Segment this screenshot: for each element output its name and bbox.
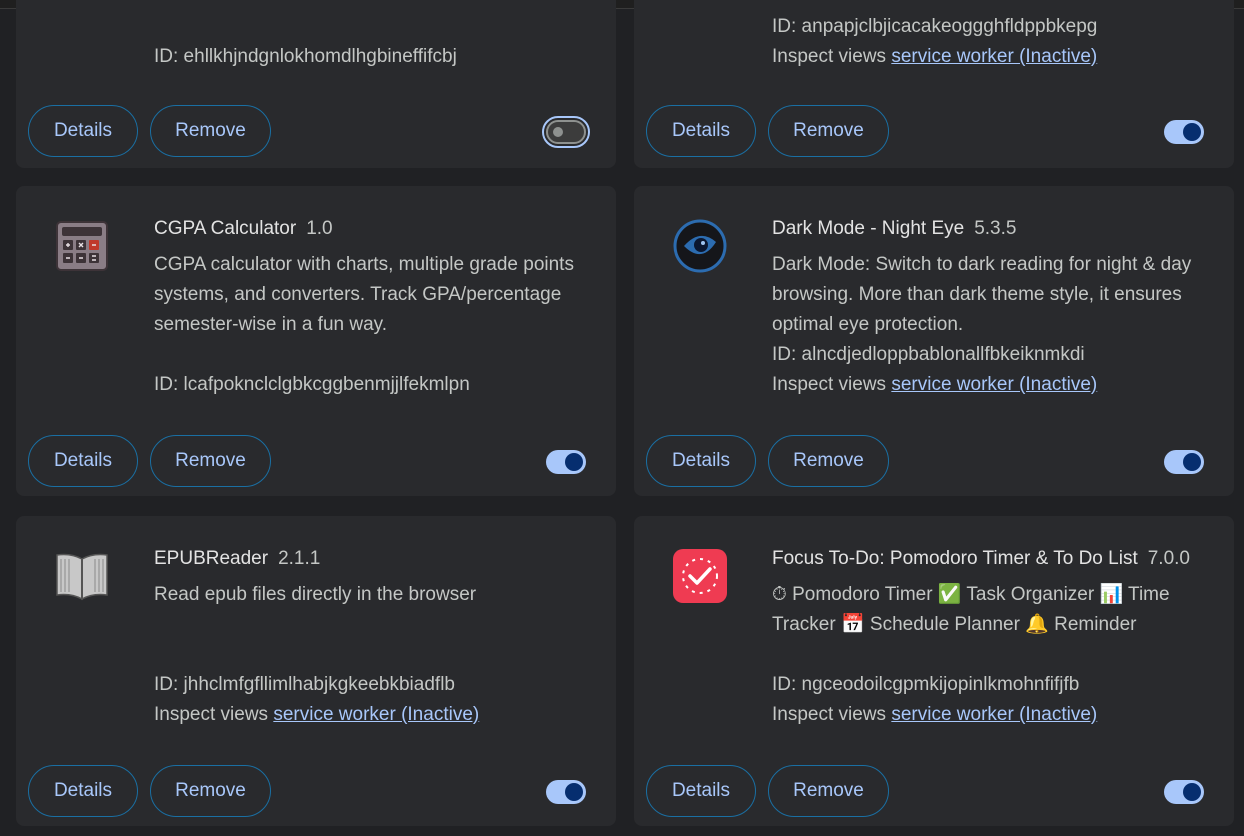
enable-toggle[interactable] [1164, 120, 1204, 144]
details-button[interactable]: Details [646, 765, 756, 817]
extension-name: CGPA Calculator [154, 218, 297, 239]
extension-id: ID: lcafpokncl​clgbkcggbenmjjlfekmlpn [154, 374, 470, 395]
extension-version: 5.3.5 [974, 218, 1017, 239]
service-worker-link[interactable]: service worker (Inactive) [273, 704, 479, 725]
book-icon [52, 546, 112, 606]
extension-id: ID: ngceodoilcgpmkijopinlkmohnfifjfb [772, 674, 1080, 695]
enable-toggle[interactable] [542, 116, 590, 148]
remove-button[interactable]: Remove [768, 765, 889, 817]
extension-description: Read epub files directly in the browser [154, 584, 477, 605]
details-button[interactable]: Details [28, 765, 138, 817]
extension-name: Focus To-Do: Pomodoro Timer & To Do List [772, 548, 1138, 569]
extension-id: ID: jhhclmfgfllimlhabjkgkeebkbiadflb [154, 674, 455, 695]
extension-card: Dark Mode - Night Eye 5.3.5 Dark Mode: Sw… [634, 186, 1234, 496]
enable-toggle[interactable] [546, 780, 586, 804]
clock-check-icon [670, 546, 730, 606]
extension-name: Dark Mode - Night Eye [772, 218, 965, 239]
inspect-views: Inspect views service worker (Inactive) [154, 704, 479, 726]
details-button[interactable]: Details [28, 105, 138, 157]
remove-button[interactable]: Remove [768, 435, 889, 487]
extension-id: ID: anpapjclbjicacakeoggghfldppbkepg [772, 16, 1098, 37]
extension-title: EPUBReader 2.1.1 [154, 544, 592, 574]
enable-toggle[interactable] [1164, 780, 1204, 804]
calculator-icon [52, 216, 112, 276]
extension-title: Focus To-Do: Pomodoro Timer & To Do List… [772, 544, 1210, 574]
enable-toggle[interactable] [546, 450, 586, 474]
details-button[interactable]: Details [28, 435, 138, 487]
inspect-views-label: Inspect views [772, 46, 887, 67]
extension-name: EPUBReader [154, 548, 269, 569]
extension-card: EPUBReader 2.1.1 Read epub files directly… [16, 516, 616, 826]
extension-card: ID: ehllkhjndgnlokhomdlhgbineffifcbj Det… [16, 0, 616, 168]
remove-button[interactable]: Remove [150, 765, 271, 817]
extension-card: CGPA Calculator 1.0 CGPA calculator with … [16, 186, 616, 496]
inspect-views: Inspect views service worker (Inactive) [772, 46, 1097, 68]
eye-icon [670, 216, 730, 276]
extension-description: CGPA calculator with charts, multiple gr… [154, 254, 574, 335]
extension-card: Focus To-Do: Pomodoro Timer & To Do List… [634, 516, 1234, 826]
extension-id: ID: ehllkhjndgnlokhomdlhgbineffifcbj [154, 46, 457, 67]
service-worker-link[interactable]: service worker (Inactive) [891, 46, 1097, 67]
details-button[interactable]: Details [646, 435, 756, 487]
extension-id: ID: alncdjedloppbablonallfbkeiknmkdi [772, 344, 1085, 365]
extension-title: Dark Mode - Night Eye 5.3.5 [772, 214, 1210, 244]
inspect-views-label: Inspect views [772, 374, 887, 395]
extension-version: 1.0 [306, 218, 333, 239]
extension-card: ID: anpapjclbjicacakeoggghfldppbkepg Ins… [634, 0, 1234, 168]
inspect-views: Inspect views service worker (Inactive) [772, 374, 1097, 396]
service-worker-link[interactable]: service worker (Inactive) [891, 704, 1097, 725]
remove-button[interactable]: Remove [150, 435, 271, 487]
remove-button[interactable]: Remove [768, 105, 889, 157]
extension-title: CGPA Calculator 1.0 [154, 214, 592, 244]
service-worker-link[interactable]: service worker (Inactive) [891, 374, 1097, 395]
extension-version: 2.1.1 [278, 548, 321, 569]
inspect-views-label: Inspect views [154, 704, 269, 725]
inspect-views-label: Inspect views [772, 704, 887, 725]
inspect-views: Inspect views service worker (Inactive) [772, 704, 1097, 726]
details-button[interactable]: Details [646, 105, 756, 157]
enable-toggle[interactable] [1164, 450, 1204, 474]
extension-version: 7.0.0 [1147, 548, 1190, 569]
extension-description: ⏱ Pomodoro Timer ✅ Task Organizer 📊 Time… [772, 584, 1170, 635]
extension-description: Dark Mode: Switch to dark reading for ni… [772, 254, 1192, 335]
remove-button[interactable]: Remove [150, 105, 271, 157]
